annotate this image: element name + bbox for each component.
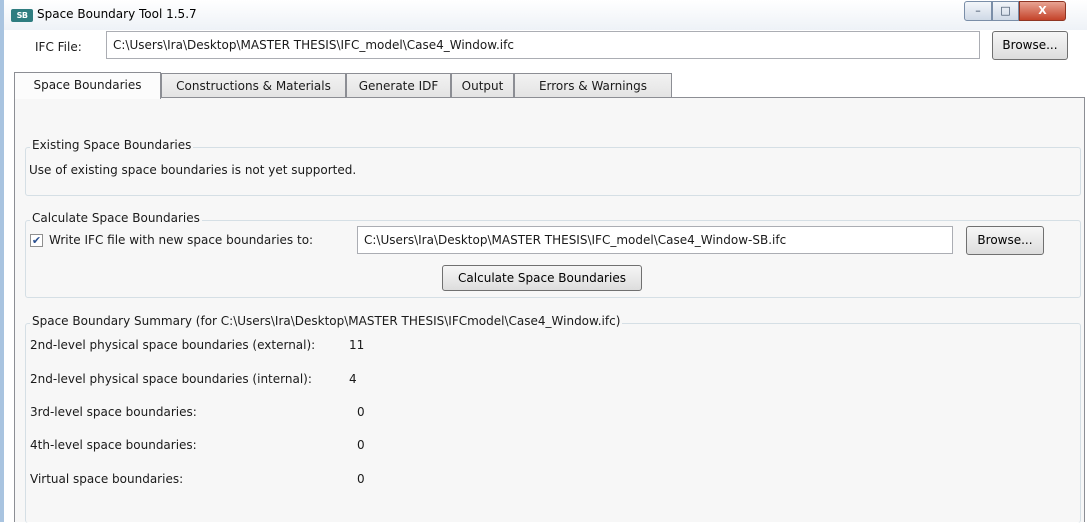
summary-row-label: 2nd-level physical space boundaries (ext… <box>30 338 316 352</box>
tab-constructions-materials[interactable]: Constructions & Materials <box>161 73 346 98</box>
ifc-file-label: IFC File: <box>35 40 82 54</box>
title-bar[interactable]: SB Space Boundary Tool 1.5.7 – □ X <box>4 0 1087 30</box>
summary-row-value: 4 <box>349 372 357 386</box>
minimize-button[interactable]: – <box>964 1 992 21</box>
summary-row-value: 0 <box>357 405 365 419</box>
summary-row-value: 0 <box>357 438 365 452</box>
calculate-space-boundaries-group: Calculate Space Boundaries ✔ Write IFC f… <box>25 211 1081 298</box>
close-button[interactable]: X <box>1019 1 1066 21</box>
write-ifc-checkbox[interactable]: ✔ <box>30 234 43 247</box>
summary-row-label: 2nd-level physical space boundaries (int… <box>30 372 312 386</box>
summary-row-value: 0 <box>357 472 365 486</box>
tab-output[interactable]: Output <box>451 73 514 98</box>
tab-errors-warnings[interactable]: Errors & Warnings <box>514 73 672 98</box>
maximize-button[interactable]: □ <box>992 1 1019 21</box>
write-ifc-label: Write IFC file with new space boundaries… <box>49 233 314 247</box>
browse-sb-output-button[interactable]: Browse... <box>966 226 1044 255</box>
space-boundary-summary-group: Space Boundary Summary (for C:\Users\Ira… <box>25 314 1081 523</box>
summary-row-label: Virtual space boundaries: <box>30 472 184 486</box>
window-title: Space Boundary Tool 1.5.7 <box>37 7 197 21</box>
tab-space-boundaries[interactable]: Space Boundaries <box>14 72 161 99</box>
sb-output-path-input[interactable]: C:\Users\Ira\Desktop\MASTER THESIS\IFC_m… <box>357 226 953 254</box>
existing-group-title: Existing Space Boundaries <box>30 138 194 152</box>
existing-space-boundaries-group: Existing Space Boundaries Use of existin… <box>25 138 1081 196</box>
summary-row-value: 11 <box>349 338 365 352</box>
existing-message: Use of existing space boundaries is not … <box>29 163 357 177</box>
app-logo-icon: SB <box>11 9 33 22</box>
space-boundaries-panel: Existing Space Boundaries Use of existin… <box>14 97 1085 523</box>
summary-group-title: Space Boundary Summary (for C:\Users\Ira… <box>30 314 623 328</box>
app-window: SB Space Boundary Tool 1.5.7 – □ X IFC F… <box>0 0 1087 523</box>
browse-ifc-button[interactable]: Browse... <box>992 31 1068 60</box>
calculate-group-title: Calculate Space Boundaries <box>30 211 202 225</box>
tab-generate-idf[interactable]: Generate IDF <box>346 73 451 98</box>
ifc-file-path-input[interactable]: C:\Users\Ira\Desktop\MASTER THESIS\IFC_m… <box>106 31 980 59</box>
summary-row-label: 3rd-level space boundaries: <box>30 405 197 419</box>
calculate-space-boundaries-button[interactable]: Calculate Space Boundaries <box>442 265 642 291</box>
summary-row-label: 4th-level space boundaries: <box>30 438 197 452</box>
